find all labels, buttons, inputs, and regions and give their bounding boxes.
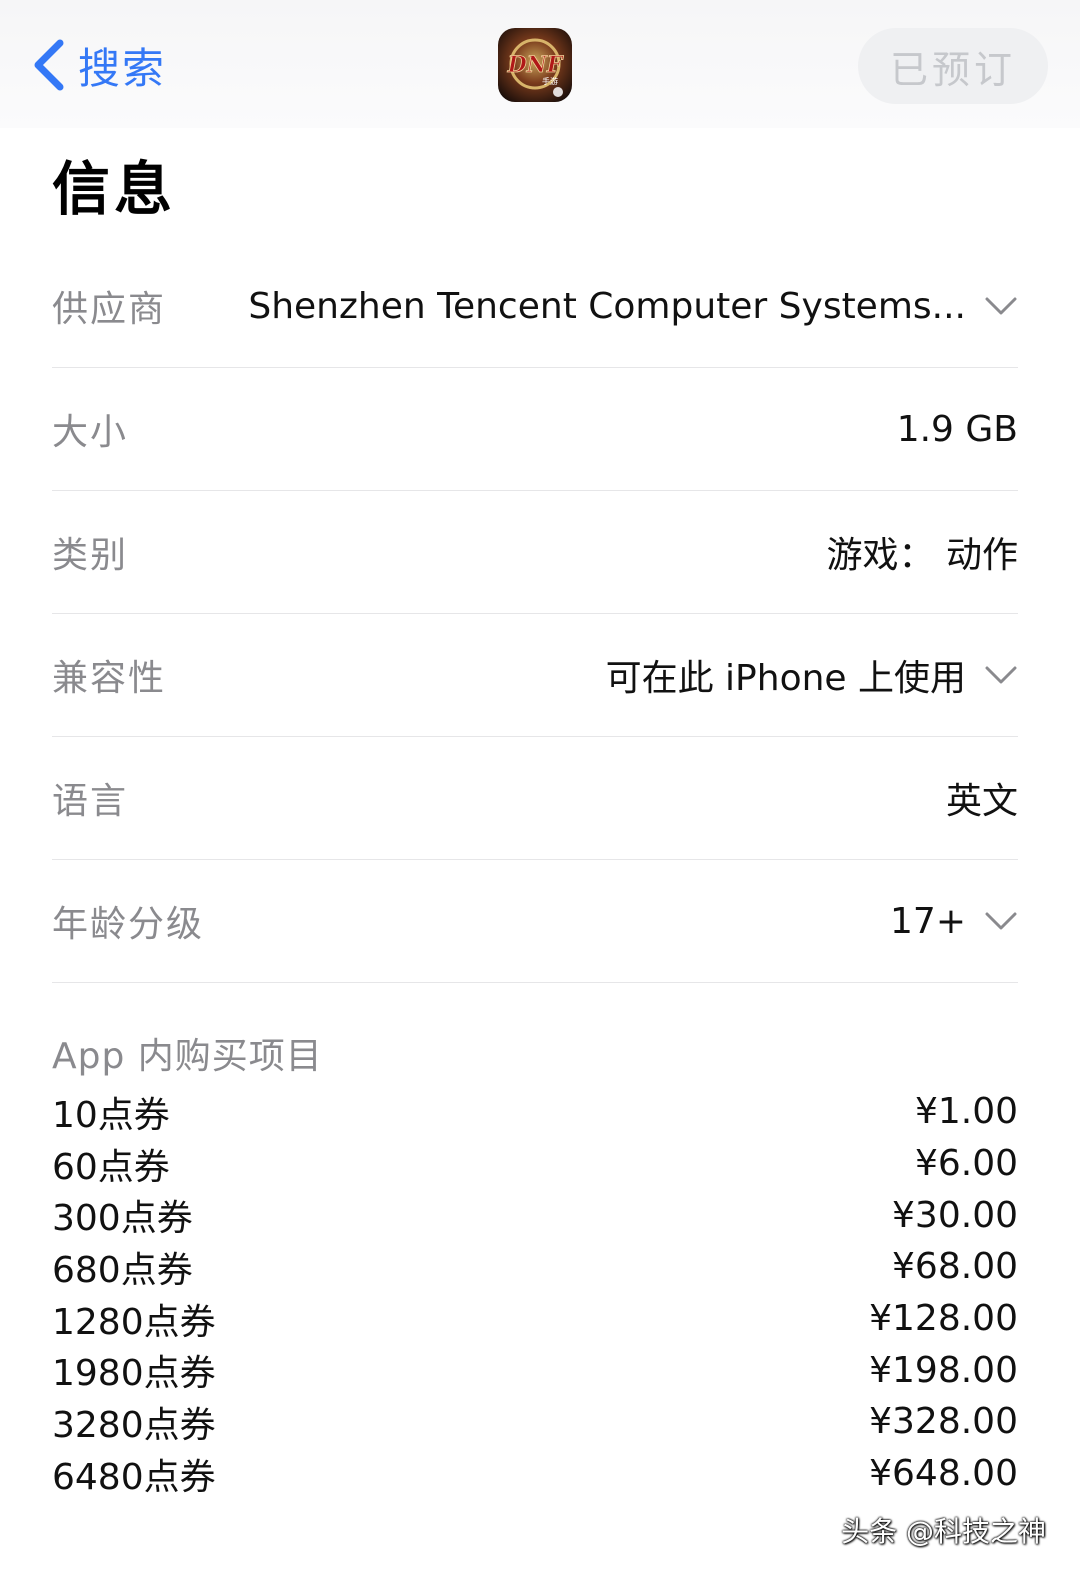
in-app-purchases-list: 10点券 ¥1.00 60点券 ¥6.00 300点券 ¥30.00 680点券 ¥68… xyxy=(52,1086,1018,1500)
back-label: 搜索 xyxy=(78,43,167,93)
iap-price: ¥128.00 xyxy=(869,1298,1018,1340)
info-row-category: 类别 游戏： 动作 xyxy=(52,491,1018,614)
app-icon: DNF 手游 xyxy=(498,28,572,102)
iap-price: ¥30.00 xyxy=(892,1194,1018,1236)
info-label: 类别 xyxy=(52,535,129,576)
compatibility-value: 可在此 iPhone 上使用 xyxy=(605,658,966,699)
iap-price: ¥1.00 xyxy=(914,1091,1018,1133)
info-label: 年龄分级 xyxy=(52,904,205,945)
information-list: 供应商 Shenzhen Tencent Computer Systems...… xyxy=(52,245,1018,983)
iap-price: ¥68.00 xyxy=(892,1246,1018,1288)
provider-value: Shenzhen Tencent Computer Systems... xyxy=(248,285,966,327)
list-item: 3280点券 ¥328.00 xyxy=(52,1396,1018,1448)
info-value: Shenzhen Tencent Computer Systems... xyxy=(248,286,1018,327)
list-item: 1980点券 ¥198.00 xyxy=(52,1344,1018,1396)
info-label: 供应商 xyxy=(52,289,167,330)
page-title: 信息 xyxy=(52,155,177,223)
info-value: 17+ xyxy=(890,901,1018,942)
chevron-down-icon xyxy=(985,912,1017,930)
iap-name: 1980点券 xyxy=(52,1353,216,1395)
iap-price: ¥328.00 xyxy=(869,1401,1018,1443)
category-value: 游戏： 动作 xyxy=(826,535,1018,576)
info-row-language: 语言 英文 xyxy=(52,737,1018,860)
chevron-down-icon xyxy=(985,666,1017,684)
iap-name: 10点券 xyxy=(52,1094,170,1136)
info-row-age-rating[interactable]: 年龄分级 17+ xyxy=(52,860,1018,983)
list-item: 680点券 ¥68.00 xyxy=(52,1241,1018,1293)
iap-name: 300点券 xyxy=(52,1198,193,1240)
chevron-down-icon xyxy=(985,297,1017,315)
iap-name: 60点券 xyxy=(52,1146,170,1188)
iap-price: ¥648.00 xyxy=(869,1453,1018,1495)
iap-name: 680点券 xyxy=(52,1249,193,1291)
navigation-bar: 搜索 DNF 手游 已预订 xyxy=(0,0,1080,128)
iap-name: 6480点券 xyxy=(52,1456,216,1498)
info-row-compatibility[interactable]: 兼容性 可在此 iPhone 上使用 xyxy=(52,614,1018,737)
iap-name: 1280点券 xyxy=(52,1301,216,1343)
info-label: 语言 xyxy=(52,781,129,822)
info-value: 可在此 iPhone 上使用 xyxy=(606,649,1018,701)
list-item: 60点券 ¥6.00 xyxy=(52,1138,1018,1190)
back-button[interactable]: 搜索 xyxy=(30,30,166,100)
iap-price: ¥6.00 xyxy=(914,1143,1018,1185)
list-item: 1280点券 ¥128.00 xyxy=(52,1293,1018,1345)
app-icon-subtitle: 手游 xyxy=(542,76,558,86)
list-item: 6480点券 ¥648.00 xyxy=(52,1448,1018,1500)
watermark: 头条 @科技之神 xyxy=(841,1515,1046,1548)
size-value: 1.9 GB xyxy=(896,408,1018,450)
chevron-left-icon xyxy=(34,39,64,91)
info-row-provider[interactable]: 供应商 Shenzhen Tencent Computer Systems... xyxy=(52,245,1018,368)
info-label: 大小 xyxy=(52,412,129,453)
iap-price: ¥198.00 xyxy=(869,1349,1018,1391)
info-row-size: 大小 1.9 GB xyxy=(52,368,1018,491)
list-item: 300点券 ¥30.00 xyxy=(52,1189,1018,1241)
iap-name: 3280点券 xyxy=(52,1404,216,1446)
info-label: 兼容性 xyxy=(52,658,167,699)
preordered-button[interactable]: 已预订 xyxy=(858,28,1048,104)
language-value: 英文 xyxy=(945,781,1018,822)
app-icon-logo: DNF xyxy=(507,52,564,78)
in-app-purchases-title: App 内购买项目 xyxy=(52,1036,323,1077)
age-rating-value: 17+ xyxy=(890,900,966,942)
list-item: 10点券 ¥1.00 xyxy=(52,1086,1018,1138)
